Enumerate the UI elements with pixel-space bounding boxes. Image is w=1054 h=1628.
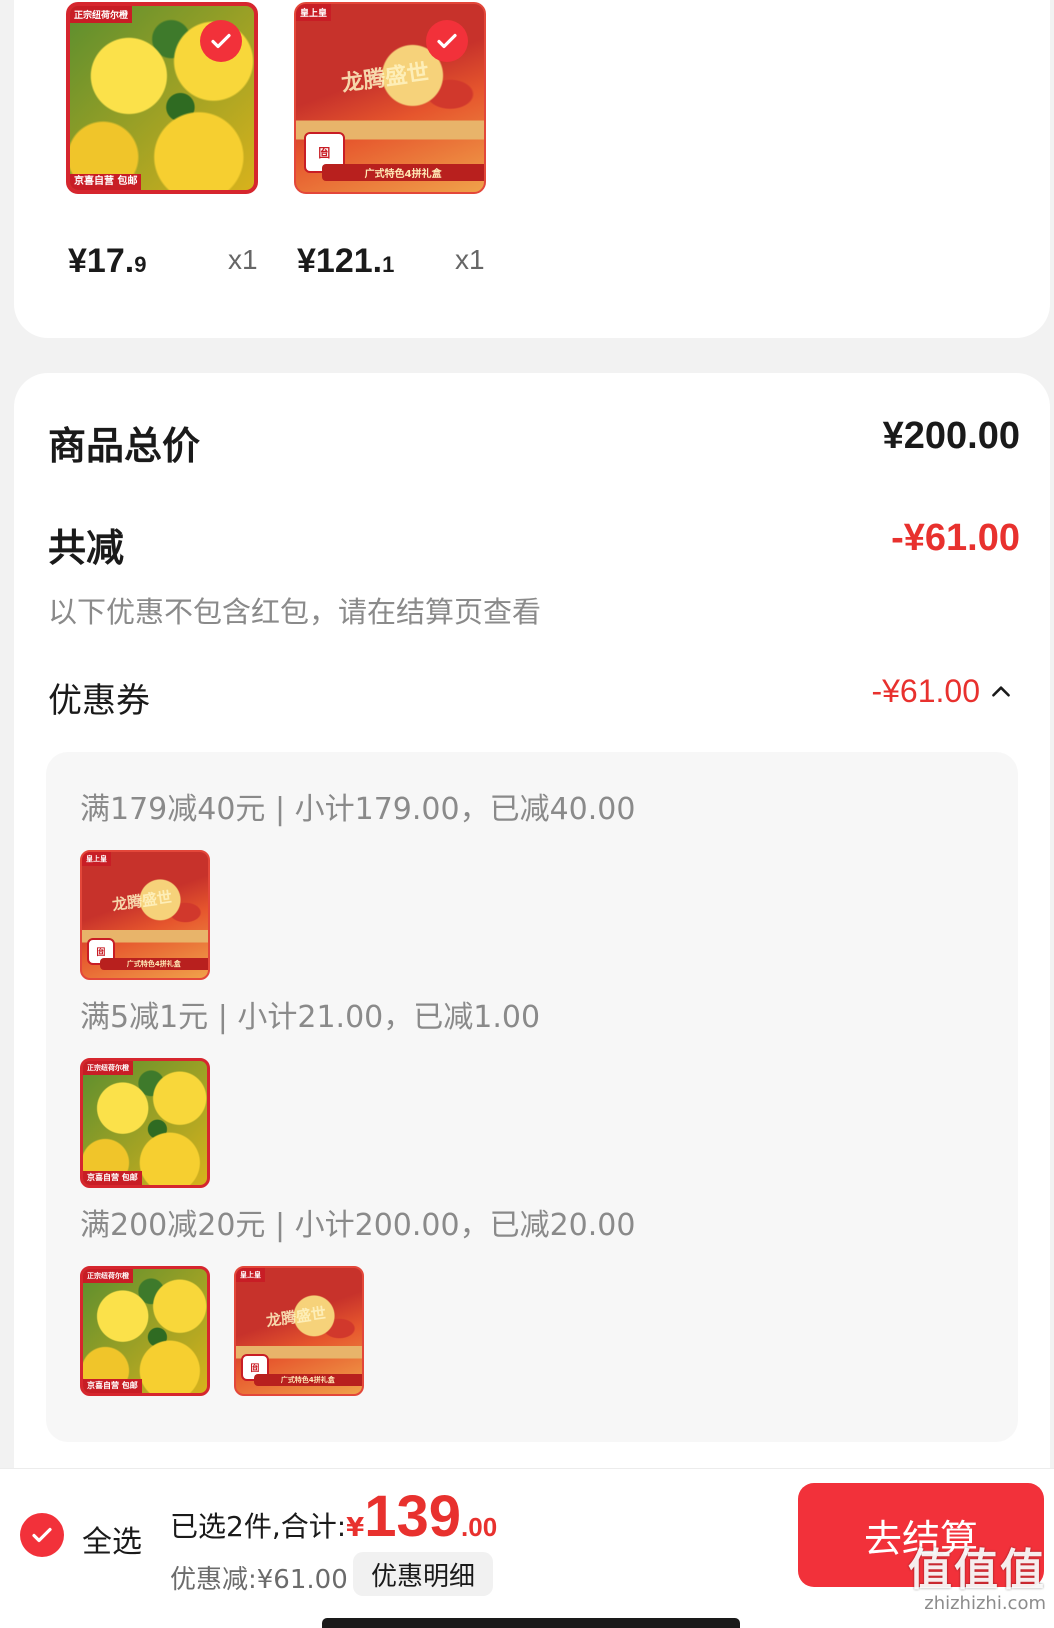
- gift-box-art-title: 龙腾盛世: [111, 887, 174, 914]
- discount-amount-text: 优惠减:¥61.00: [170, 1565, 348, 1595]
- gift-box-banner: 广式特色4拼礼盒: [253, 1374, 362, 1387]
- selected-count-text: 已选2件,合计:: [170, 1510, 347, 1543]
- select-all-label[interactable]: 全选: [82, 1517, 142, 1561]
- watermark-url: zhizhizhi.com: [924, 1593, 1046, 1614]
- home-indicator[interactable]: [322, 1618, 740, 1628]
- rule-product-gift-box[interactable]: 皇上皇 龙腾盛世 囼 广式特色4拼礼盒: [80, 850, 210, 980]
- gift-box-banner: 广式特色4拼礼盒: [99, 958, 208, 971]
- total-price-label: 商品总价: [48, 424, 201, 468]
- discount-breakdown: 满179减40元 | 小计179.00，已减40.00 皇上皇 龙腾盛世 囼 广…: [46, 752, 1018, 1442]
- discount-rule: 满5减1元 | 小计21.00，已减1.00: [80, 1000, 541, 1035]
- rule-product-gift-box[interactable]: 皇上皇 龙腾盛世 囼 广式特色4拼礼盒: [234, 1266, 364, 1396]
- discount-rule: 满200减20元 | 小计200.00，已减20.00: [80, 1208, 636, 1243]
- rule-product-orange[interactable]: 正宗纽荷尔橙 京喜自营 包邮: [80, 1266, 210, 1396]
- item-price: ¥17.9: [68, 242, 147, 280]
- discount-rule: 满179减40元 | 小计179.00，已减40.00: [80, 792, 636, 827]
- free-shipping-badge: 京喜自营 包邮: [83, 1379, 142, 1393]
- product-tag: 正宗纽荷尔橙: [83, 1061, 133, 1075]
- total-reduction-label: 共减: [48, 526, 125, 570]
- total-decimal: .00: [461, 1512, 498, 1542]
- item-checked-icon[interactable]: [426, 20, 468, 62]
- checkout-bar: 全选 已选2件,合计:¥139.00 优惠减:¥61.00 优惠明细 去结算 值…: [0, 1468, 1054, 1628]
- total-price-value: ¥200.00: [882, 415, 1020, 457]
- brand-tag: 皇上皇: [296, 4, 332, 21]
- red-packet-note: 以下优惠不包含红包，请在结算页查看: [48, 595, 542, 629]
- coupon-toggle[interactable]: -¥61.00: [871, 673, 1014, 710]
- brand-tag: 皇上皇: [236, 1268, 265, 1282]
- discount-detail-button[interactable]: 优惠明细: [353, 1552, 493, 1596]
- coupon-value: -¥61.00: [871, 673, 980, 709]
- gift-box-banner: 广式特色4拼礼盒: [322, 163, 484, 181]
- selected-items-card: 正宗纽荷尔橙 京喜自营 包邮 ¥17.9 x1 皇上皇 龙腾盛世 囼 广式特色4…: [14, 0, 1050, 338]
- coupon-label: 优惠券: [48, 681, 150, 721]
- product-tag: 正宗纽荷尔橙: [70, 6, 133, 23]
- item-checked-icon[interactable]: [200, 20, 242, 62]
- free-shipping-badge: 京喜自营 包邮: [83, 1171, 142, 1185]
- item-quantity: x1: [455, 244, 485, 275]
- gift-box-art-title: 龙腾盛世: [340, 59, 431, 98]
- free-shipping-badge: 京喜自营 包邮: [70, 174, 142, 190]
- gift-box-art-title: 龙腾盛世: [265, 1303, 328, 1330]
- checkout-button[interactable]: 去结算: [798, 1483, 1044, 1587]
- total-reduction-value: -¥61.00: [891, 517, 1020, 559]
- item-quantity: x1: [228, 244, 258, 275]
- rule-product-orange[interactable]: 正宗纽荷尔橙 京喜自营 包邮: [80, 1058, 210, 1188]
- brand-tag: 皇上皇: [82, 852, 111, 866]
- item-price: ¥121.1: [297, 242, 395, 280]
- select-all-checkbox[interactable]: [20, 1513, 64, 1557]
- product-tag: 正宗纽荷尔橙: [83, 1269, 133, 1283]
- currency-symbol: ¥: [346, 1513, 365, 1543]
- selected-total: 已选2件,合计:¥139.00: [170, 1483, 497, 1550]
- total-integer: 139: [364, 1484, 462, 1549]
- chevron-up-icon: [992, 685, 1010, 697]
